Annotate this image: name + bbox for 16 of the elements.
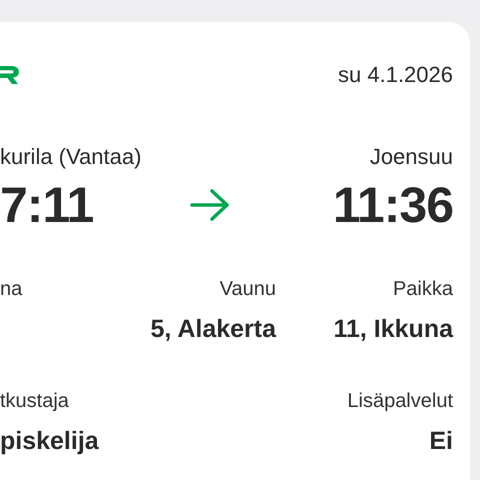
detail-label: na <box>0 278 22 301</box>
departure-time: 7:11 <box>0 176 94 234</box>
departure-station: kurila (Vantaa) <box>0 144 142 170</box>
detail-label: Vaunu <box>220 278 276 301</box>
detail-value: 5, Alakerta <box>150 315 276 344</box>
arrival-station: Joensuu <box>368 144 453 170</box>
detail-label: Lisäpalvelut <box>347 390 453 413</box>
arrival-time: 11:36 <box>332 176 453 234</box>
detail-value: piskelija <box>0 427 99 456</box>
detail-label: Paikka <box>392 278 453 301</box>
detail-value: 11, Ikkuna <box>333 315 453 344</box>
logo-icon <box>0 64 20 86</box>
detail-value: Ei <box>429 427 453 456</box>
arrow-right-icon <box>190 188 230 222</box>
detail-label: tkustaja <box>0 390 69 413</box>
travel-date: su 4.1.2026 <box>338 62 453 88</box>
